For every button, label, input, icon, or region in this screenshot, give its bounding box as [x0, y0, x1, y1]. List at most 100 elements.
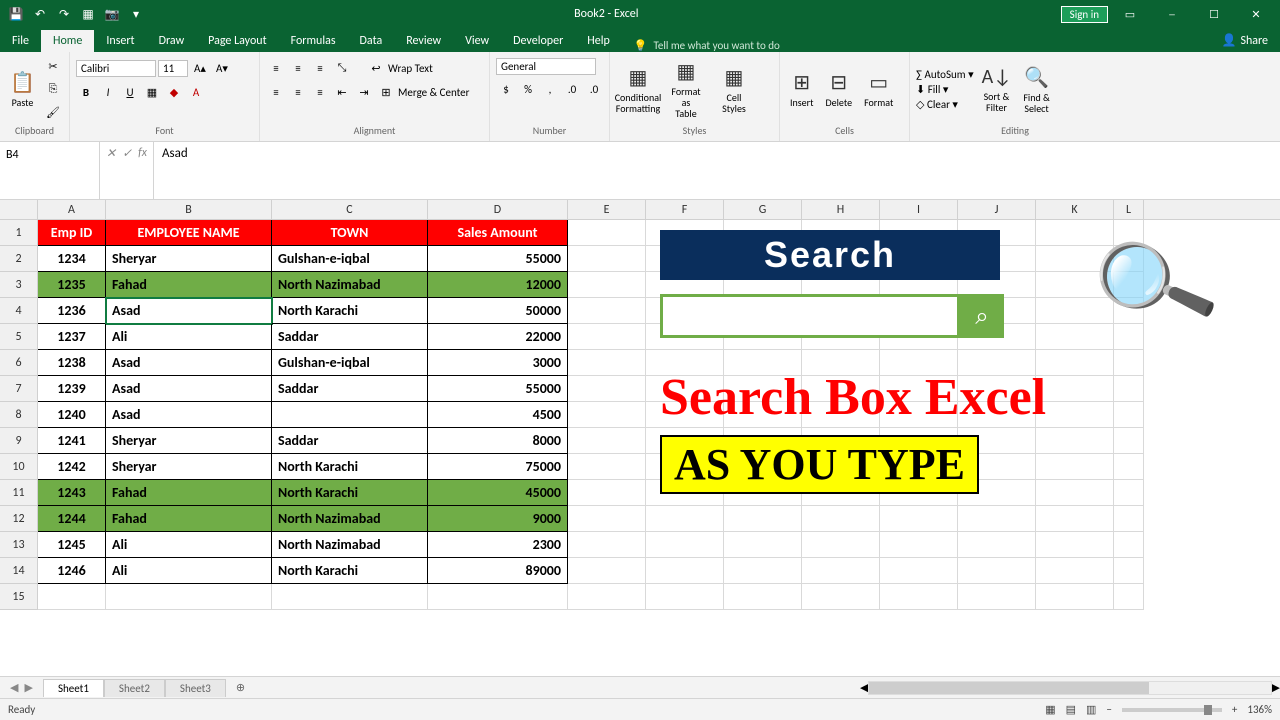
- cell[interactable]: [568, 532, 646, 558]
- cell[interactable]: Fahad: [106, 480, 272, 506]
- cell[interactable]: Sales Amount: [428, 220, 568, 246]
- share-button[interactable]: 👤 Share: [1209, 29, 1280, 52]
- cell[interactable]: [568, 558, 646, 584]
- sheet-tab-sheet3[interactable]: Sheet3: [165, 679, 226, 697]
- cell[interactable]: [428, 584, 568, 610]
- cell[interactable]: Ali: [106, 532, 272, 558]
- bold-button[interactable]: B: [76, 82, 96, 102]
- cell[interactable]: 1236: [38, 298, 106, 324]
- cell[interactable]: [568, 350, 646, 376]
- cell[interactable]: [646, 584, 724, 610]
- tab-review[interactable]: Review: [394, 30, 453, 52]
- scroll-left-icon[interactable]: ◀: [860, 681, 868, 694]
- scroll-thumb[interactable]: [869, 682, 1149, 694]
- signin-button[interactable]: Sign in: [1061, 6, 1108, 23]
- cell[interactable]: North Nazimabad: [272, 272, 428, 298]
- cell[interactable]: [1114, 558, 1144, 584]
- close-icon[interactable]: ✕: [1236, 2, 1276, 26]
- cell[interactable]: [724, 584, 802, 610]
- align-middle-icon[interactable]: ≡: [288, 58, 308, 78]
- cell[interactable]: [568, 506, 646, 532]
- align-right-icon[interactable]: ≡: [310, 82, 330, 102]
- cell[interactable]: Asad: [106, 402, 272, 428]
- add-sheet-button[interactable]: ⊕: [226, 681, 255, 694]
- column-header-J[interactable]: J: [958, 200, 1036, 219]
- tab-insert[interactable]: Insert: [94, 30, 146, 52]
- cell[interactable]: [880, 532, 958, 558]
- cell[interactable]: Gulshan-e-iqbal: [272, 350, 428, 376]
- cell[interactable]: Gulshan-e-iqbal: [272, 246, 428, 272]
- undo-icon[interactable]: ↶: [32, 6, 48, 22]
- save-icon[interactable]: 💾: [8, 6, 24, 22]
- cell[interactable]: TOWN: [272, 220, 428, 246]
- border-button[interactable]: ▦: [142, 82, 162, 102]
- align-center-icon[interactable]: ≡: [288, 82, 308, 102]
- cell[interactable]: [880, 584, 958, 610]
- cell[interactable]: [568, 246, 646, 272]
- cell[interactable]: 3000: [428, 350, 568, 376]
- row-header-6[interactable]: 6: [0, 350, 38, 376]
- cell[interactable]: [568, 220, 646, 246]
- cell[interactable]: Asad: [106, 350, 272, 376]
- row-header-3[interactable]: 3: [0, 272, 38, 298]
- sheet-nav-next-icon[interactable]: ▶: [24, 681, 32, 694]
- cell[interactable]: 89000: [428, 558, 568, 584]
- sort-filter-button[interactable]: A↓ Sort & Filter: [978, 63, 1016, 115]
- zoom-level[interactable]: 136%: [1247, 703, 1272, 716]
- view-normal-icon[interactable]: ▦: [1045, 703, 1055, 716]
- comma-icon[interactable]: ,: [540, 79, 560, 99]
- cell[interactable]: [724, 558, 802, 584]
- tab-formulas[interactable]: Formulas: [279, 30, 348, 52]
- cell[interactable]: 4500: [428, 402, 568, 428]
- column-header-H[interactable]: H: [802, 200, 880, 219]
- cell[interactable]: [1114, 532, 1144, 558]
- scroll-right-icon[interactable]: ▶: [1272, 681, 1280, 694]
- insert-cells-button[interactable]: ⊞ Insert: [786, 68, 818, 110]
- cell[interactable]: [958, 558, 1036, 584]
- cell[interactable]: [724, 532, 802, 558]
- cell[interactable]: [272, 584, 428, 610]
- cell[interactable]: 1238: [38, 350, 106, 376]
- row-header-11[interactable]: 11: [0, 480, 38, 506]
- cell[interactable]: Sheryar: [106, 428, 272, 454]
- cell[interactable]: [1114, 506, 1144, 532]
- cell[interactable]: [568, 454, 646, 480]
- cell[interactable]: 1235: [38, 272, 106, 298]
- underline-button[interactable]: U: [120, 82, 140, 102]
- cell[interactable]: [1036, 558, 1114, 584]
- row-header-8[interactable]: 8: [0, 402, 38, 428]
- cell[interactable]: [802, 532, 880, 558]
- cell-styles-button[interactable]: ▦ Cell Styles: [712, 63, 756, 116]
- cell[interactable]: [1036, 506, 1114, 532]
- cell[interactable]: 1237: [38, 324, 106, 350]
- cell[interactable]: [568, 428, 646, 454]
- column-header-K[interactable]: K: [1036, 200, 1114, 219]
- cell[interactable]: [106, 584, 272, 610]
- copy-icon[interactable]: ⎘: [43, 79, 63, 99]
- find-select-button[interactable]: 🔍 Find & Select: [1019, 63, 1053, 116]
- cell[interactable]: [568, 402, 646, 428]
- redo-icon[interactable]: ↷: [56, 6, 72, 22]
- accept-formula-icon[interactable]: ✓: [122, 146, 132, 161]
- tab-data[interactable]: Data: [348, 30, 395, 52]
- sheet-tab-sheet1[interactable]: Sheet1: [43, 679, 104, 697]
- name-box[interactable]: [0, 142, 100, 199]
- column-header-D[interactable]: D: [428, 200, 568, 219]
- align-left-icon[interactable]: ≡: [266, 82, 286, 102]
- cell[interactable]: 2300: [428, 532, 568, 558]
- sheet-nav-prev-icon[interactable]: ◀: [10, 681, 18, 694]
- cell[interactable]: 1243: [38, 480, 106, 506]
- increase-indent-icon[interactable]: ⇥: [354, 82, 374, 102]
- cell[interactable]: 1246: [38, 558, 106, 584]
- wrap-text-button[interactable]: ↩: [366, 58, 386, 78]
- cell[interactable]: Asad: [106, 376, 272, 402]
- row-header-14[interactable]: 14: [0, 558, 38, 584]
- column-header-F[interactable]: F: [646, 200, 724, 219]
- cell[interactable]: [1036, 584, 1114, 610]
- cell[interactable]: [646, 558, 724, 584]
- zoom-in-icon[interactable]: +: [1232, 703, 1237, 716]
- cell[interactable]: [568, 324, 646, 350]
- format-cells-button[interactable]: ▭ Format: [860, 68, 897, 110]
- tab-page-layout[interactable]: Page Layout: [196, 30, 278, 52]
- align-bottom-icon[interactable]: ≡: [310, 58, 330, 78]
